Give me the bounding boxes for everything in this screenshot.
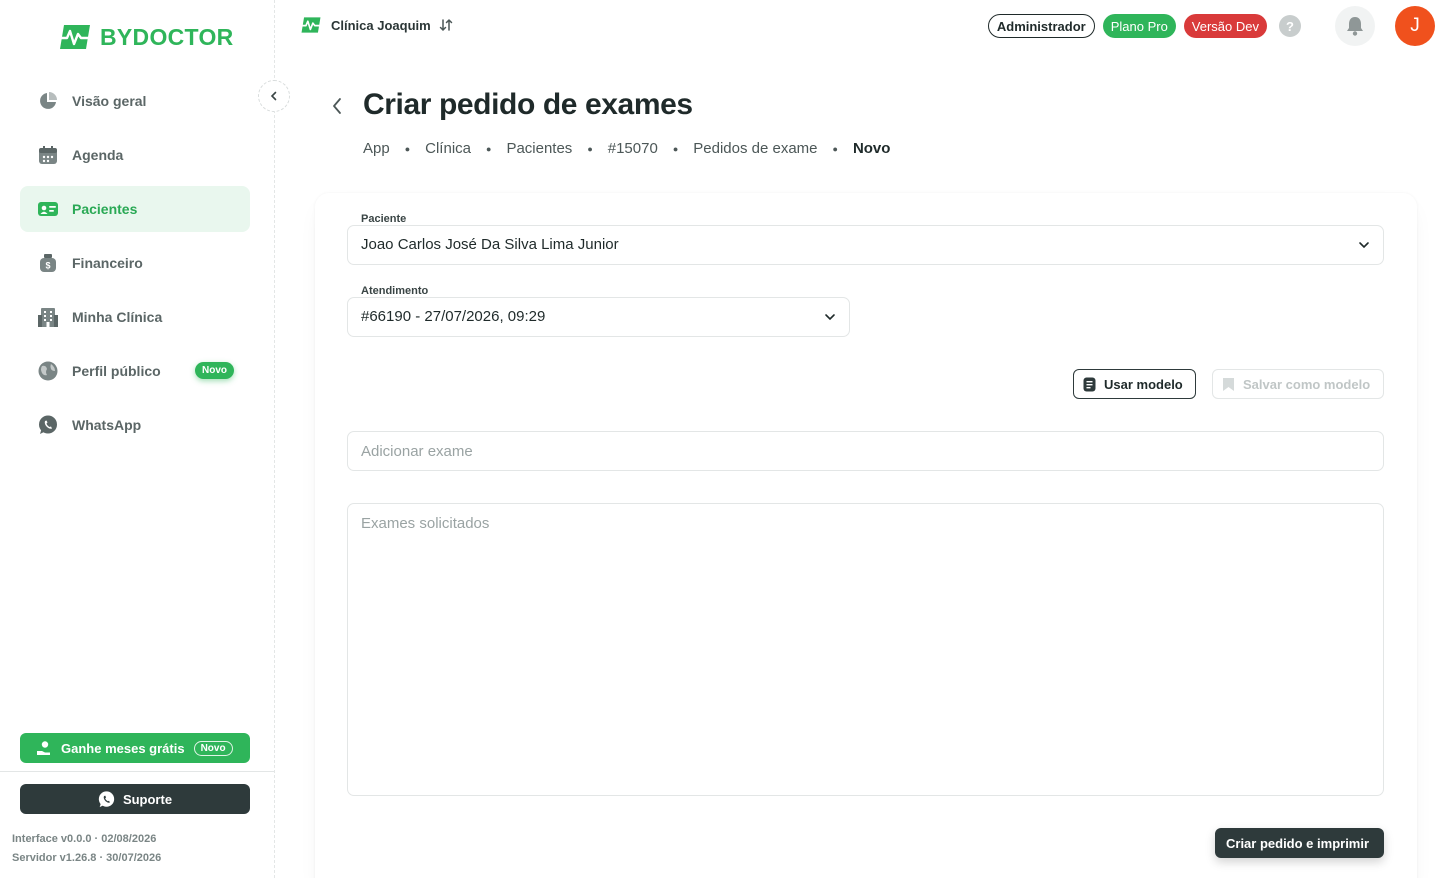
money-bag-icon: $ [37, 252, 59, 274]
sidebar-item-perfil-publico[interactable]: Perfil público Novo [20, 348, 250, 394]
switch-arrows-icon [439, 18, 452, 32]
breadcrumb-clinica[interactable]: Clínica [425, 140, 471, 157]
create-and-print-button[interactable]: Criar pedido e imprimir [1215, 828, 1384, 858]
template-icon [1083, 377, 1096, 391]
role-badge: Administrador [987, 14, 1095, 38]
sidebar-item-label: Pacientes [72, 201, 138, 217]
requested-exams-placeholder: Exames solicitados [361, 515, 490, 532]
bookmark-icon [1223, 377, 1234, 391]
sidebar-item-label: Minha Clínica [72, 309, 163, 325]
appointment-select[interactable]: Atendimento #66190 - 27/07/2026, 09:29 [347, 285, 850, 337]
building-icon [37, 306, 59, 328]
sidebar-item-visao-geral[interactable]: Visão geral [20, 78, 250, 124]
breadcrumb-separator: ● [672, 143, 679, 154]
pie-chart-icon [37, 90, 59, 112]
sidebar-item-label: Visão geral [72, 93, 147, 109]
breadcrumb-current: Novo [852, 140, 891, 157]
brand-name: BYDOCTOR [100, 23, 234, 50]
sidebar-item-label: Financeiro [72, 255, 143, 271]
requested-exams-textarea[interactable]: Exames solicitados [347, 503, 1384, 796]
sidebar-item-minha-clinica[interactable]: Minha Clínica [20, 294, 250, 340]
breadcrumb: App ● Clínica ● Pacientes ● #15070 ● Ped… [363, 140, 890, 157]
chevron-left-icon [270, 91, 277, 101]
chevron-down-icon [825, 314, 835, 321]
use-template-button[interactable]: Usar modelo [1073, 369, 1196, 399]
sidebar-item-label: WhatsApp [72, 417, 142, 433]
version-badge: Versão Dev [1183, 14, 1267, 38]
support-button[interactable]: Suporte [20, 784, 250, 814]
collapse-sidebar-button[interactable] [258, 80, 290, 112]
clinic-logo-icon [300, 17, 322, 33]
breadcrumb-app[interactable]: App [363, 140, 390, 157]
appointment-label: Atendimento [361, 285, 429, 297]
breadcrumb-separator: ● [587, 143, 593, 154]
globe-icon [37, 360, 59, 382]
patient-select[interactable]: Paciente Joao Carlos José Da Silva Lima … [347, 213, 1384, 265]
save-template-button[interactable]: Salvar como modelo [1212, 369, 1384, 399]
page-title: Criar pedido de exames [363, 88, 693, 121]
use-template-label: Usar modelo [1104, 376, 1183, 392]
save-template-label: Salvar como modelo [1243, 376, 1371, 392]
help-icon[interactable]: ? [1279, 15, 1301, 37]
clinic-name: Clínica Joaquim [331, 17, 431, 33]
clinic-switcher[interactable]: Clínica Joaquim [299, 14, 453, 36]
new-badge: Novo [195, 362, 234, 379]
whatsapp-icon [37, 414, 59, 436]
server-version: Servidor v1.26.8 · 30/07/2026 [12, 852, 162, 864]
support-label: Suporte [122, 791, 173, 807]
id-card-icon [37, 198, 59, 220]
new-badge: Novo [193, 740, 233, 756]
patient-value: Joao Carlos José Da Silva Lima Junior [361, 236, 619, 253]
whatsapp-icon [98, 790, 115, 807]
avatar[interactable]: J [1395, 6, 1435, 46]
svg-text:$: $ [45, 261, 50, 271]
patient-label: Paciente [361, 213, 407, 225]
add-exam-input[interactable]: Adicionar exame [347, 431, 1384, 471]
create-and-print-label: Criar pedido e imprimir [1226, 835, 1370, 851]
sidebar-item-label: Perfil público [72, 363, 161, 379]
gift-hand-icon [37, 741, 50, 755]
sidebar-item-financeiro[interactable]: $ Financeiro [20, 240, 250, 286]
sidebar-nav: Visão geral Agenda Pacientes $ Financeir… [20, 78, 250, 456]
plan-badge[interactable]: Plano Pro [1102, 14, 1176, 38]
sidebar-item-label: Agenda [72, 147, 124, 163]
free-months-button[interactable]: Ganhe meses grátis Novo [20, 733, 250, 763]
calendar-icon [37, 144, 59, 166]
sidebar-item-pacientes[interactable]: Pacientes [20, 186, 250, 232]
sidebar-item-agenda[interactable]: Agenda [20, 132, 250, 178]
breadcrumb-patient-id[interactable]: #15070 [608, 140, 658, 157]
topbar-actions: Administrador Plano Pro Versão Dev ? J [987, 6, 1435, 46]
notifications-button[interactable] [1335, 6, 1375, 46]
sidebar-divider [0, 771, 275, 772]
sidebar: BYDOCTOR Visão geral Agenda Pacientes $ … [0, 0, 275, 878]
breadcrumb-separator: ● [486, 143, 492, 154]
logo-icon [57, 25, 93, 49]
add-exam-placeholder: Adicionar exame [361, 443, 473, 460]
bell-icon [1347, 17, 1363, 36]
sidebar-item-whatsapp[interactable]: WhatsApp [20, 402, 250, 448]
chevron-left-icon [333, 98, 341, 114]
breadcrumb-separator: ● [832, 143, 838, 154]
interface-version: Interface v0.0.0 · 02/08/2026 [12, 833, 157, 845]
brand-logo[interactable]: BYDOCTOR [56, 22, 234, 52]
appointment-value: #66190 - 27/07/2026, 09:29 [361, 308, 546, 325]
breadcrumb-pedidos[interactable]: Pedidos de exame [693, 140, 817, 157]
chevron-down-icon [1359, 242, 1369, 249]
breadcrumb-separator: ● [404, 143, 411, 154]
breadcrumb-pacientes[interactable]: Pacientes [506, 140, 572, 157]
back-button[interactable] [327, 95, 347, 117]
free-months-label: Ganhe meses grátis [61, 740, 185, 756]
